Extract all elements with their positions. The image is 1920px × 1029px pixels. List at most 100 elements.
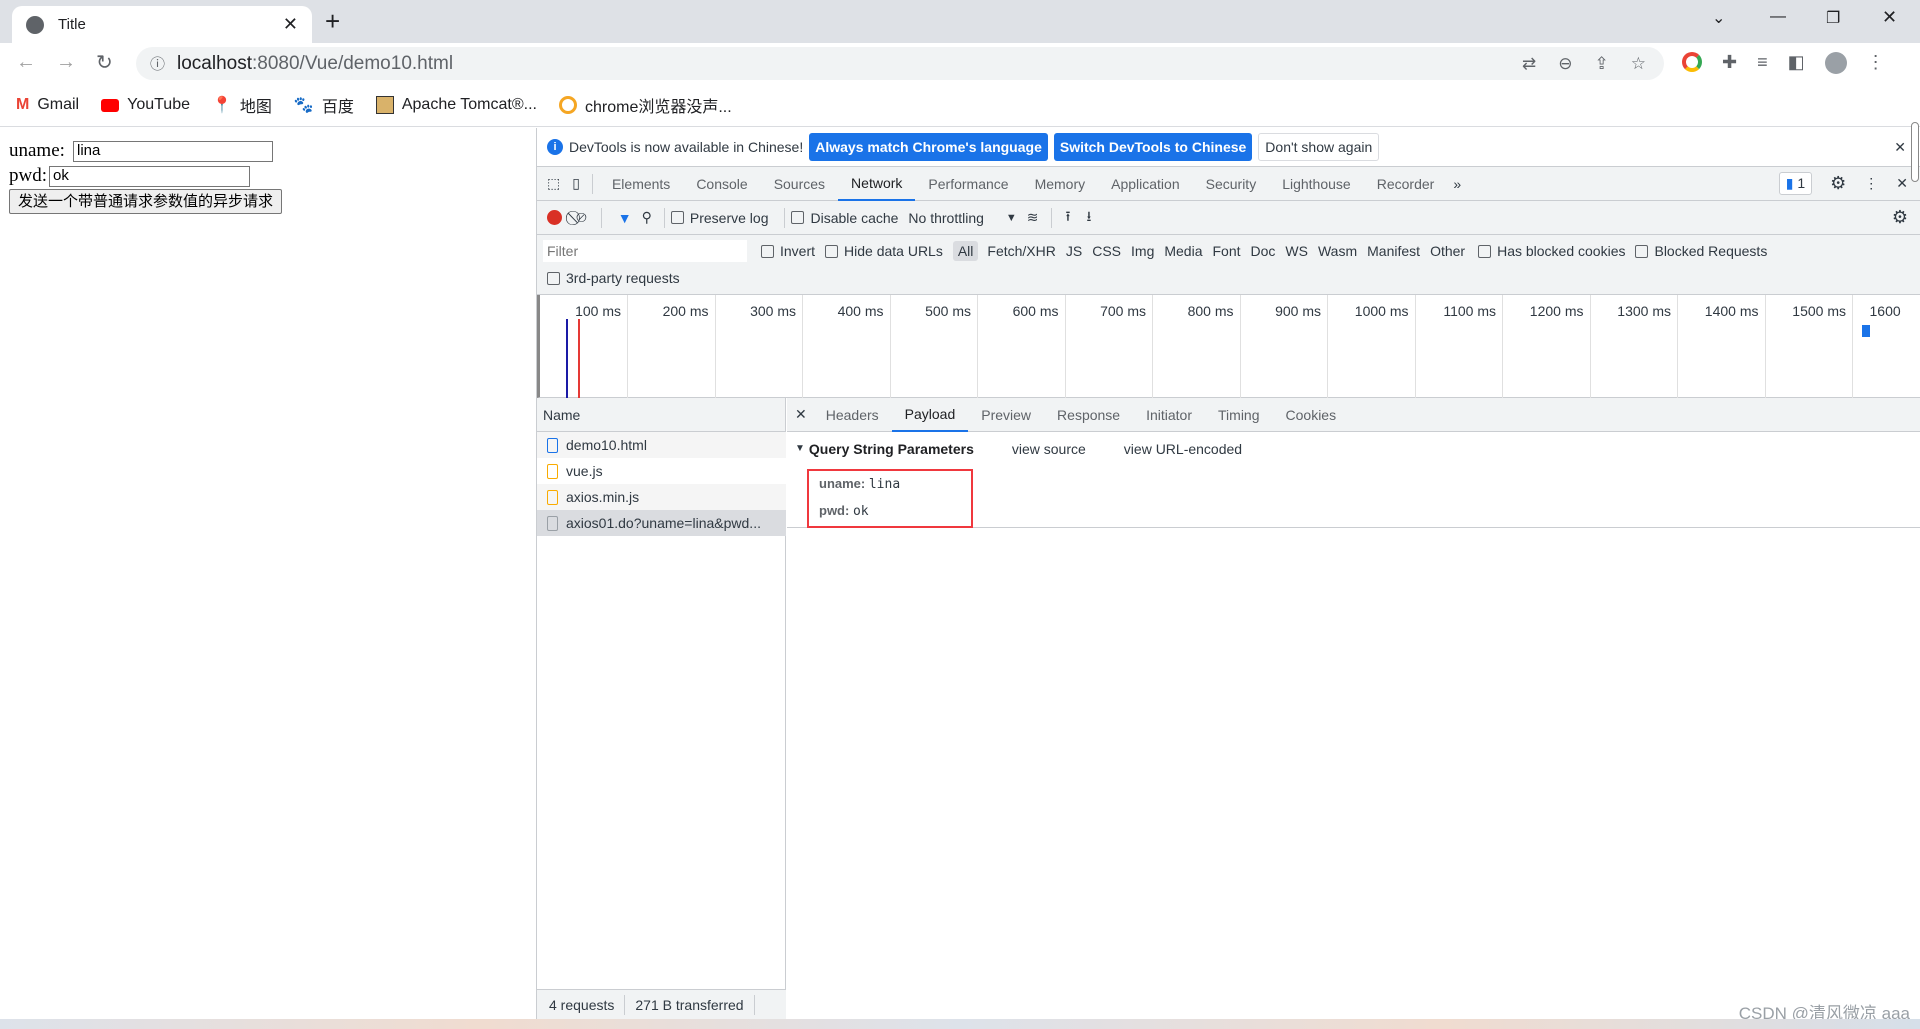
- preserve-log-checkbox[interactable]: Preserve log: [670, 210, 768, 226]
- invert-checkbox[interactable]: Invert: [761, 240, 815, 262]
- settings-icon[interactable]: ⚙: [1830, 173, 1846, 194]
- info-icon[interactable]: ⓘ: [150, 53, 165, 74]
- network-conditions-icon[interactable]: ≋: [1027, 209, 1039, 226]
- detail-tab-response[interactable]: Response: [1044, 398, 1133, 432]
- hide-data-urls-checkbox[interactable]: Hide data URLs: [825, 240, 943, 262]
- tab-performance[interactable]: Performance: [915, 167, 1021, 201]
- close-tab-icon[interactable]: ✕: [283, 14, 298, 35]
- view-source-link[interactable]: view source: [1012, 441, 1086, 457]
- bookmark-maps[interactable]: 📍 地图: [212, 93, 272, 117]
- new-tab-icon[interactable]: +: [325, 6, 340, 37]
- more-tabs-icon[interactable]: »: [1453, 176, 1461, 192]
- reload-icon[interactable]: ↻: [96, 50, 113, 75]
- tab-console[interactable]: Console: [683, 167, 760, 201]
- request-row[interactable]: vue.js: [537, 458, 786, 484]
- import-har-icon[interactable]: ⭱: [1066, 206, 1071, 230]
- detail-tab-initiator[interactable]: Initiator: [1133, 398, 1205, 432]
- detail-tab-headers[interactable]: Headers: [813, 398, 892, 432]
- third-party-checkbox[interactable]: 3rd-party requests: [543, 264, 1910, 292]
- share-icon[interactable]: ⇪: [1595, 54, 1609, 74]
- filter-type-manifest[interactable]: Manifest: [1362, 241, 1425, 261]
- filter-type-img[interactable]: Img: [1126, 241, 1159, 261]
- minimize-icon[interactable]: —: [1770, 8, 1786, 26]
- tab-search-icon[interactable]: ⌄: [1712, 8, 1725, 28]
- filter-type-ws[interactable]: WS: [1280, 241, 1313, 261]
- network-settings-icon[interactable]: ⚙: [1892, 207, 1908, 228]
- filter-type-js[interactable]: JS: [1061, 241, 1087, 261]
- close-details-icon[interactable]: ✕: [795, 406, 807, 423]
- zoom-icon[interactable]: ⊖: [1558, 54, 1572, 74]
- detail-tab-cookies[interactable]: Cookies: [1273, 398, 1350, 432]
- bookmark-baidu[interactable]: 🐾 百度: [294, 93, 354, 117]
- match-language-button[interactable]: Always match Chrome's language: [809, 133, 1048, 161]
- filter-type-other[interactable]: Other: [1425, 241, 1470, 261]
- filter-type-fetch-xhr[interactable]: Fetch/XHR: [982, 241, 1060, 261]
- bookmark-star-icon[interactable]: ☆: [1631, 54, 1646, 74]
- infobar-close-icon[interactable]: ✕: [1894, 139, 1906, 156]
- bookmark-youtube[interactable]: YouTube: [101, 96, 190, 114]
- tab-security[interactable]: Security: [1193, 167, 1270, 201]
- filter-type-css[interactable]: CSS: [1087, 241, 1126, 261]
- filter-input[interactable]: [543, 240, 747, 262]
- forward-icon[interactable]: →: [56, 51, 76, 74]
- search-icon[interactable]: ⚲: [642, 209, 652, 226]
- query-string-section-title[interactable]: Query String Parameters: [809, 441, 974, 457]
- restore-icon[interactable]: ❐: [1826, 8, 1840, 28]
- inspect-icon[interactable]: ⬚: [547, 175, 560, 192]
- throttling-select[interactable]: No throttling ▼: [908, 210, 1016, 226]
- close-devtools-icon[interactable]: ✕: [1896, 175, 1908, 192]
- bookmark-chrome-sound[interactable]: chrome浏览器没声...: [558, 93, 732, 117]
- translate-icon[interactable]: ⇄: [1522, 54, 1536, 74]
- media-icon[interactable]: ≡: [1757, 52, 1768, 74]
- window-close-icon[interactable]: ✕: [1882, 7, 1897, 28]
- collapse-triangle-icon[interactable]: ▼: [795, 441, 805, 457]
- tab-application[interactable]: Application: [1098, 167, 1193, 201]
- bookmark-tomcat[interactable]: Apache Tomcat®...: [375, 96, 537, 114]
- tab-lighthouse[interactable]: Lighthouse: [1269, 167, 1364, 201]
- filter-type-font[interactable]: Font: [1208, 241, 1246, 261]
- has-blocked-cookies-checkbox[interactable]: Has blocked cookies: [1478, 240, 1625, 262]
- tab-sources[interactable]: Sources: [761, 167, 838, 201]
- record-icon[interactable]: [547, 210, 562, 225]
- chrome-extension-icon[interactable]: [1682, 52, 1702, 72]
- pwd-input[interactable]: ok: [49, 166, 250, 187]
- browser-tab[interactable]: Title ✕: [12, 6, 312, 43]
- disable-cache-checkbox[interactable]: Disable cache: [791, 210, 898, 226]
- side-panel-icon[interactable]: ◧: [1788, 52, 1805, 74]
- filter-type-media[interactable]: Media: [1159, 241, 1207, 261]
- network-overview-timeline[interactable]: 100 ms 200 ms 300 ms 400 ms 500 ms 600 ms 700 …: [537, 295, 1920, 398]
- profile-avatar[interactable]: [1824, 52, 1847, 74]
- filter-icon[interactable]: ▼: [618, 210, 632, 226]
- bookmark-gmail[interactable]: M Gmail: [16, 96, 79, 114]
- dont-show-again-button[interactable]: Don't show again: [1258, 133, 1380, 161]
- request-row[interactable]: demo10.html: [537, 432, 786, 458]
- request-row[interactable]: axios.min.js: [537, 484, 786, 510]
- more-options-icon[interactable]: ⋮: [1864, 175, 1878, 192]
- name-column-header[interactable]: Name: [537, 398, 785, 432]
- filter-type-all[interactable]: All: [952, 241, 979, 261]
- tab-network[interactable]: Network: [838, 167, 916, 201]
- uname-input[interactable]: lina: [73, 141, 273, 162]
- address-bar[interactable]: ⓘ localhost:8080/Vue/demo10.html ⇄ ⊖ ⇪ ☆: [136, 47, 1664, 80]
- detail-tab-payload[interactable]: Payload: [891, 398, 969, 432]
- tab-memory[interactable]: Memory: [1022, 167, 1099, 201]
- request-row[interactable]: axios01.do?uname=lina&pwd...: [537, 510, 786, 536]
- tab-recorder[interactable]: Recorder: [1364, 167, 1448, 201]
- filter-type-doc[interactable]: Doc: [1246, 241, 1281, 261]
- export-har-icon[interactable]: ⭳: [1086, 206, 1091, 230]
- menu-icon[interactable]: ⋮: [1867, 52, 1885, 74]
- detail-tab-timing[interactable]: Timing: [1205, 398, 1273, 432]
- device-toggle-icon[interactable]: ▯: [572, 175, 580, 192]
- blocked-requests-checkbox[interactable]: Blocked Requests: [1635, 240, 1767, 262]
- scrollbar[interactable]: [1911, 122, 1919, 182]
- back-icon[interactable]: ←: [16, 51, 36, 74]
- view-url-encoded-link[interactable]: view URL-encoded: [1124, 441, 1242, 457]
- tab-elements[interactable]: Elements: [599, 167, 683, 201]
- extensions-icon[interactable]: ✚: [1722, 52, 1737, 74]
- issues-badge[interactable]: ▮ 1: [1778, 172, 1813, 195]
- clear-icon[interactable]: ⃠⊘: [576, 209, 587, 226]
- submit-button[interactable]: 发送一个带普通请求参数值的异步请求: [9, 189, 282, 214]
- switch-chinese-button[interactable]: Switch DevTools to Chinese: [1053, 133, 1253, 161]
- filter-type-wasm[interactable]: Wasm: [1313, 241, 1362, 261]
- detail-tab-preview[interactable]: Preview: [968, 398, 1044, 432]
